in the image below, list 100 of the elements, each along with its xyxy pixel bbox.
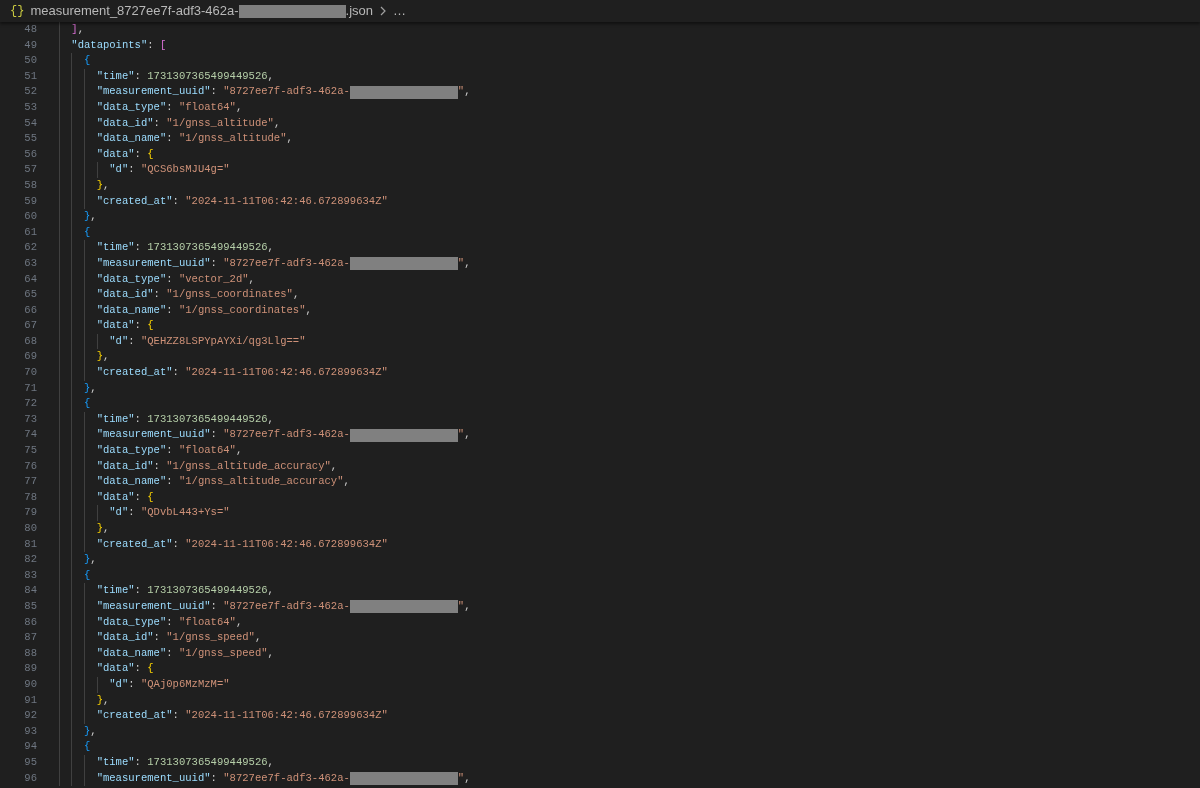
json-key: "created_at" <box>46 193 173 210</box>
punctuation: , <box>330 458 338 474</box>
json-key: "measurement_uuid" <box>46 427 211 444</box>
line-number: 71 <box>23 380 37 396</box>
line-number: 74 <box>23 427 37 443</box>
json-key: "data_id" <box>46 115 154 132</box>
json-key: "created_at" <box>46 708 173 724</box>
json-key: "measurement_uuid" <box>46 770 211 787</box>
json-string: "1/gnss_altitude" <box>178 131 287 147</box>
punctuation: , <box>102 521 110 536</box>
json-key: "data" <box>46 489 135 506</box>
punctuation: , <box>464 770 471 786</box>
line-number: 59 <box>23 193 37 209</box>
punctuation: , <box>90 552 97 568</box>
punctuation: : <box>166 99 174 115</box>
json-string: "vector_2d" <box>178 271 249 287</box>
line-number: 48 <box>23 22 37 37</box>
json-number: 1731307365499449526 <box>147 68 268 84</box>
line-number: 73 <box>23 411 37 427</box>
line-number: 80 <box>23 521 37 536</box>
punctuation: : <box>166 645 174 661</box>
punctuation: : <box>166 614 174 630</box>
json-string: "QDvbL443+Ys=" <box>140 505 230 521</box>
punctuation: : <box>172 365 180 381</box>
json-key: "time" <box>46 754 135 771</box>
punctuation: : <box>210 255 218 271</box>
line-number: 58 <box>23 177 37 193</box>
json-string: "8727ee7f-adf3-462a- <box>223 255 350 271</box>
punctuation: : <box>166 443 174 459</box>
json-string: "8727ee7f-adf3-462a- <box>223 598 350 614</box>
line-number: 62 <box>23 240 37 256</box>
bracket: { <box>82 224 91 240</box>
line-number: 75 <box>23 443 37 459</box>
json-key: "data_name" <box>46 302 167 319</box>
punctuation: : <box>153 458 161 474</box>
punctuation: : <box>134 411 142 427</box>
punctuation: : <box>210 598 218 614</box>
json-string: "float64" <box>178 99 236 115</box>
json-string: " <box>457 770 465 786</box>
punctuation: : <box>134 489 142 505</box>
line-number: 90 <box>23 676 37 692</box>
punctuation: , <box>464 427 471 443</box>
json-key: "data_name" <box>46 645 167 662</box>
json-string: " <box>457 598 465 614</box>
punctuation: : <box>128 162 136 178</box>
punctuation: , <box>273 115 281 131</box>
json-string: "QAj0p6MzMzM=" <box>140 676 230 692</box>
punctuation: : <box>166 271 174 287</box>
json-string: "1/gnss_coordinates" <box>166 287 293 303</box>
json-key: "data_type" <box>46 614 167 631</box>
json-string: "2024-11-11T06:42:46.672899634Z" <box>185 536 388 552</box>
json-string: "2024-11-11T06:42:46.672899634Z" <box>185 365 388 381</box>
line-number: 95 <box>23 754 37 770</box>
punctuation: , <box>292 287 300 303</box>
json-key: "data_id" <box>46 458 154 475</box>
line-number: 56 <box>23 146 37 162</box>
json-key: "d" <box>46 505 129 521</box>
line-number: 60 <box>23 209 37 225</box>
punctuation: : <box>153 115 161 131</box>
json-key: "measurement_uuid" <box>46 84 211 100</box>
punctuation: : <box>210 84 218 100</box>
json-key: "time" <box>46 68 135 85</box>
line-number: 96 <box>23 770 37 786</box>
line-number: 91 <box>23 692 37 708</box>
line-number: 79 <box>23 505 37 521</box>
punctuation: : <box>210 427 218 443</box>
line-number: 92 <box>23 708 37 724</box>
punctuation: , <box>267 645 274 661</box>
json-string: " <box>457 427 465 443</box>
punctuation: : <box>166 474 174 490</box>
json-key: "time" <box>46 583 135 599</box>
punctuation: , <box>343 474 350 490</box>
json-key: "data" <box>46 661 135 677</box>
json-string: "float64" <box>178 614 236 630</box>
line-number: 70 <box>23 365 37 381</box>
line-number: 77 <box>23 474 37 490</box>
json-key: "time" <box>46 411 135 428</box>
breadcrumb-file-name[interactable]: measurement_8727ee7f-adf3-462a- .json <box>30 1 373 21</box>
line-number: 51 <box>23 68 37 84</box>
bracket: { <box>147 661 154 677</box>
punctuation: : <box>134 661 142 677</box>
punctuation: , <box>254 630 262 646</box>
line-number: 57 <box>23 162 37 178</box>
bracket: } <box>95 692 103 708</box>
bracket: } <box>95 521 103 536</box>
line-number: 84 <box>23 583 37 599</box>
json-key: "data_id" <box>46 630 154 646</box>
json-file-icon: {} <box>10 2 25 20</box>
punctuation: : <box>128 505 136 521</box>
json-number: 1731307365499449526 <box>147 240 268 256</box>
punctuation: : <box>210 770 218 786</box>
json-key: "d" <box>46 333 129 350</box>
json-key: "measurement_uuid" <box>46 598 211 615</box>
bracket: { <box>147 146 154 162</box>
punctuation: , <box>305 302 312 318</box>
punctuation: , <box>267 583 274 599</box>
punctuation: , <box>102 349 110 365</box>
punctuation: , <box>248 271 255 287</box>
breadcrumb-more[interactable]: … <box>393 1 406 21</box>
line-number: 53 <box>23 99 37 115</box>
